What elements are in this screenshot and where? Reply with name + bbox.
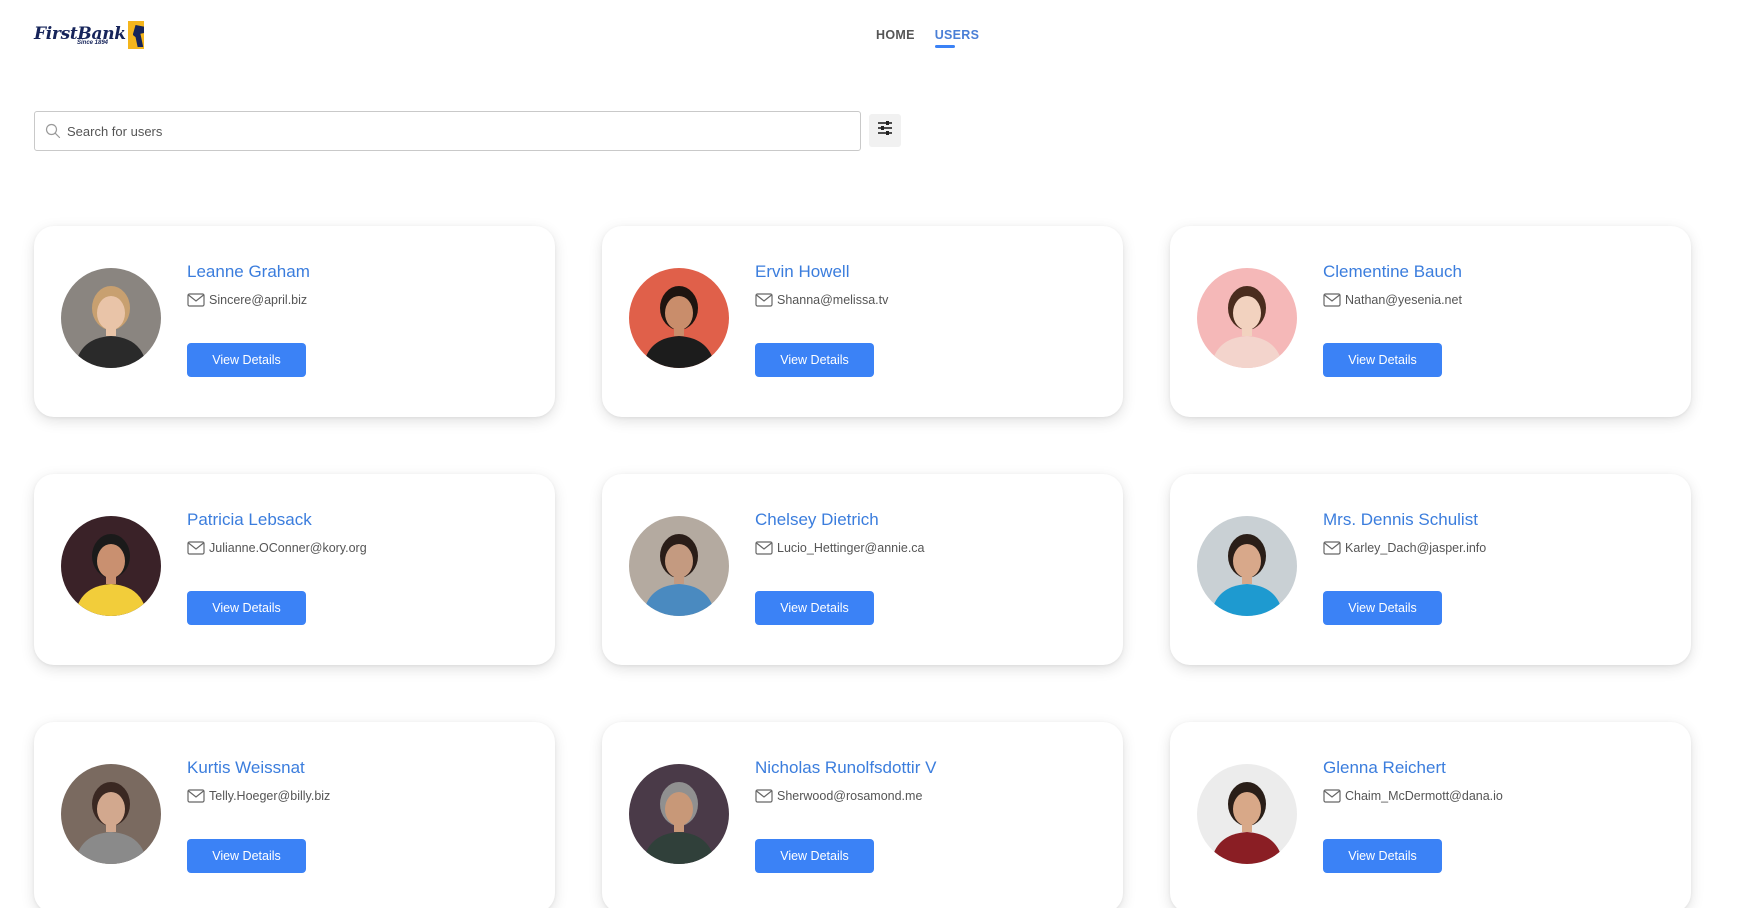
user-card: Nicholas Runolfsdottir V Sherwood@rosamon…	[602, 722, 1123, 908]
avatar	[629, 764, 729, 864]
user-email-text: Karley_Dach@jasper.info	[1345, 541, 1487, 555]
user-card: Chelsey Dietrich Lucio_Hettinger@annie.ca…	[602, 474, 1123, 665]
mail-icon	[755, 293, 773, 307]
mail-icon	[187, 541, 205, 555]
user-name[interactable]: Mrs. Dennis Schulist	[1323, 510, 1478, 530]
user-email-text: Lucio_Hettinger@annie.ca	[777, 541, 925, 555]
search-icon	[45, 123, 61, 139]
user-card: Mrs. Dennis Schulist Karley_Dach@jasper.i…	[1170, 474, 1691, 665]
user-card: Patricia Lebsack Julianne.OConner@kory.or…	[34, 474, 555, 665]
user-email: Shanna@melissa.tv	[755, 293, 888, 307]
user-email-text: Julianne.OConner@kory.org	[209, 541, 367, 555]
avatar	[1197, 764, 1297, 864]
brand-emblem-icon	[127, 21, 144, 49]
user-card: Ervin Howell Shanna@melissa.tv View Detail…	[602, 226, 1123, 417]
mail-icon	[1323, 541, 1341, 555]
user-email: Julianne.OConner@kory.org	[187, 541, 367, 555]
user-email-text: Nathan@yesenia.net	[1345, 293, 1462, 307]
view-details-button[interactable]: View Details	[755, 839, 874, 873]
user-name[interactable]: Chelsey Dietrich	[755, 510, 879, 530]
user-email: Sincere@april.biz	[187, 293, 307, 307]
user-name[interactable]: Patricia Lebsack	[187, 510, 312, 530]
avatar	[629, 516, 729, 616]
user-email: Karley_Dach@jasper.info	[1323, 541, 1486, 555]
avatar	[61, 268, 161, 368]
nav-home-link[interactable]: HOME	[876, 28, 915, 48]
user-email-text: Sincere@april.biz	[209, 293, 308, 307]
view-details-button[interactable]: View Details	[187, 591, 306, 625]
user-name[interactable]: Nicholas Runolfsdottir V	[755, 758, 936, 778]
filter-button[interactable]	[869, 114, 901, 147]
main-nav: HOME USERS	[876, 28, 979, 48]
avatar	[1197, 268, 1297, 368]
user-email-text: Telly.Hoeger@billy.biz	[209, 789, 331, 803]
user-card: Glenna Reichert Chaim_McDermott@dana.io Vi…	[1170, 722, 1691, 908]
view-details-button[interactable]: View Details	[187, 839, 306, 873]
avatar	[1197, 516, 1297, 616]
user-cards-grid: Leanne Graham Sincere@april.biz View Detai…	[34, 226, 1692, 908]
brand-logo[interactable]: FirstBank Since 1894	[34, 21, 144, 51]
view-details-button[interactable]: View Details	[187, 343, 306, 377]
brand-tagline: Since 1894	[77, 40, 109, 46]
user-card: Kurtis Weissnat Telly.Hoeger@billy.biz Vie…	[34, 722, 555, 908]
user-card: Clementine Bauch Nathan@yesenia.net View D…	[1170, 226, 1691, 417]
mail-icon	[1323, 789, 1341, 803]
view-details-button[interactable]: View Details	[1323, 591, 1442, 625]
user-email: Telly.Hoeger@billy.biz	[187, 789, 330, 803]
user-email: Lucio_Hettinger@annie.ca	[755, 541, 925, 555]
mail-icon	[187, 293, 205, 307]
mail-icon	[1323, 293, 1341, 307]
user-name[interactable]: Kurtis Weissnat	[187, 758, 305, 778]
view-details-button[interactable]: View Details	[1323, 343, 1442, 377]
mail-icon	[755, 541, 773, 555]
user-email: Chaim_McDermott@dana.io	[1323, 789, 1503, 803]
user-card: Leanne Graham Sincere@april.biz View Detai…	[34, 226, 555, 417]
user-email: Sherwood@rosamond.me	[755, 789, 922, 803]
view-details-button[interactable]: View Details	[755, 591, 874, 625]
user-email-text: Chaim_McDermott@dana.io	[1345, 789, 1503, 803]
sliders-icon	[876, 120, 894, 141]
avatar	[61, 764, 161, 864]
nav-users-link[interactable]: USERS	[934, 28, 980, 48]
view-details-button[interactable]: View Details	[755, 343, 874, 377]
avatar	[629, 268, 729, 368]
user-name[interactable]: Ervin Howell	[755, 262, 849, 282]
search-box[interactable]	[34, 111, 861, 151]
avatar	[61, 516, 161, 616]
user-email-text: Shanna@melissa.tv	[777, 293, 889, 307]
user-name[interactable]: Glenna Reichert	[1323, 758, 1446, 778]
search-input[interactable]	[67, 123, 827, 139]
user-name[interactable]: Leanne Graham	[187, 262, 310, 282]
mail-icon	[187, 789, 205, 803]
user-name[interactable]: Clementine Bauch	[1323, 262, 1462, 282]
user-email-text: Sherwood@rosamond.me	[777, 789, 923, 803]
view-details-button[interactable]: View Details	[1323, 839, 1442, 873]
user-email: Nathan@yesenia.net	[1323, 293, 1462, 307]
mail-icon	[755, 789, 773, 803]
